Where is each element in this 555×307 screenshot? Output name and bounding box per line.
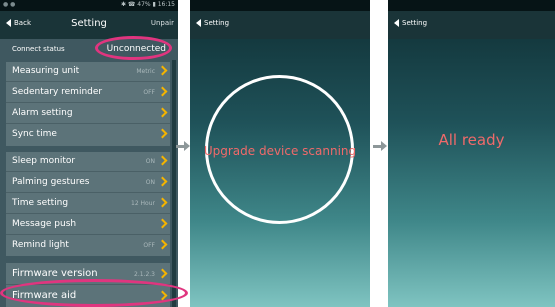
header-bar: Setting bbox=[190, 11, 370, 39]
back-button[interactable]: Setting bbox=[394, 19, 427, 27]
ready-status-text: All ready bbox=[438, 131, 505, 149]
chevron-right-icon bbox=[157, 86, 168, 97]
chevron-right-icon bbox=[157, 107, 168, 118]
status-bar bbox=[190, 0, 370, 11]
header-bar: Back Setting Unpair bbox=[0, 11, 178, 39]
row-value: OFF bbox=[143, 242, 155, 249]
row-label: Firmware version bbox=[12, 268, 98, 279]
row-label: Remind light bbox=[12, 240, 69, 250]
status-right: ✱ ☎ 47% ▮ 16:15 bbox=[120, 1, 175, 8]
back-arrow-icon bbox=[196, 19, 201, 27]
highlight-ring-connect-status bbox=[95, 36, 172, 60]
row-value: ON bbox=[145, 158, 155, 165]
row-value: 12 Hour bbox=[131, 200, 155, 207]
settings-group-general: Measuring unit Metric Sedentary reminder… bbox=[6, 62, 170, 146]
unpair-button[interactable]: Unpair bbox=[151, 19, 174, 27]
row-measuring-unit[interactable]: Measuring unit Metric bbox=[6, 62, 170, 82]
row-label: Palming gestures bbox=[12, 177, 90, 187]
row-alarm-setting[interactable]: Alarm setting bbox=[6, 104, 170, 124]
row-value: 2.1.2.3 bbox=[134, 271, 155, 278]
back-arrow-icon bbox=[394, 19, 399, 27]
row-label: Alarm setting bbox=[12, 108, 73, 118]
row-value: OFF bbox=[143, 89, 155, 96]
header-bar: Setting bbox=[388, 11, 555, 39]
connect-status-label: Connect status bbox=[12, 45, 65, 53]
row-label: Sedentary reminder bbox=[12, 87, 103, 97]
row-label: Time setting bbox=[12, 198, 69, 208]
row-label: Sync time bbox=[12, 129, 57, 139]
row-message-push[interactable]: Message push bbox=[6, 215, 170, 235]
chevron-right-icon bbox=[157, 197, 168, 208]
settings-group-device: Sleep monitor ON Palming gestures ON Tim… bbox=[6, 152, 170, 256]
status-bar: ● ● ✱ ☎ 47% ▮ 16:15 bbox=[0, 0, 178, 11]
row-sedentary-reminder[interactable]: Sedentary reminder OFF bbox=[6, 83, 170, 103]
row-value: Metric bbox=[136, 68, 155, 75]
upgrade-scanning-screen: Setting Upgrade device scanning bbox=[190, 0, 370, 307]
scrollbar[interactable] bbox=[172, 60, 176, 307]
highlight-ring-firmware-aid bbox=[0, 279, 188, 307]
chevron-right-icon bbox=[157, 239, 168, 250]
back-label: Setting bbox=[204, 19, 230, 27]
scan-status-text: Upgrade device scanning bbox=[203, 144, 357, 158]
row-palming-gestures[interactable]: Palming gestures ON bbox=[6, 173, 170, 193]
row-remind-light[interactable]: Remind light OFF bbox=[6, 236, 170, 256]
status-bar bbox=[388, 0, 555, 11]
row-label: Measuring unit bbox=[12, 66, 80, 76]
status-left: ● ● bbox=[3, 1, 16, 8]
row-value: ON bbox=[145, 179, 155, 186]
chevron-right-icon bbox=[157, 176, 168, 187]
back-button[interactable]: Setting bbox=[196, 19, 229, 27]
row-sleep-monitor[interactable]: Sleep monitor ON bbox=[6, 152, 170, 172]
row-label: Message push bbox=[12, 219, 77, 229]
row-time-setting[interactable]: Time setting 12 Hour bbox=[6, 194, 170, 214]
row-sync-time[interactable]: Sync time bbox=[6, 125, 170, 145]
chevron-right-icon bbox=[157, 218, 168, 229]
flow-arrow-icon bbox=[373, 141, 387, 151]
chevron-right-icon bbox=[157, 128, 168, 139]
upgrade-ready-screen: Setting All ready bbox=[388, 0, 555, 307]
chevron-right-icon bbox=[157, 268, 168, 279]
flow-arrow-icon bbox=[176, 141, 190, 151]
chevron-right-icon bbox=[157, 155, 168, 166]
row-label: Sleep monitor bbox=[12, 156, 76, 166]
chevron-right-icon bbox=[157, 65, 168, 76]
back-label: Setting bbox=[402, 19, 428, 27]
